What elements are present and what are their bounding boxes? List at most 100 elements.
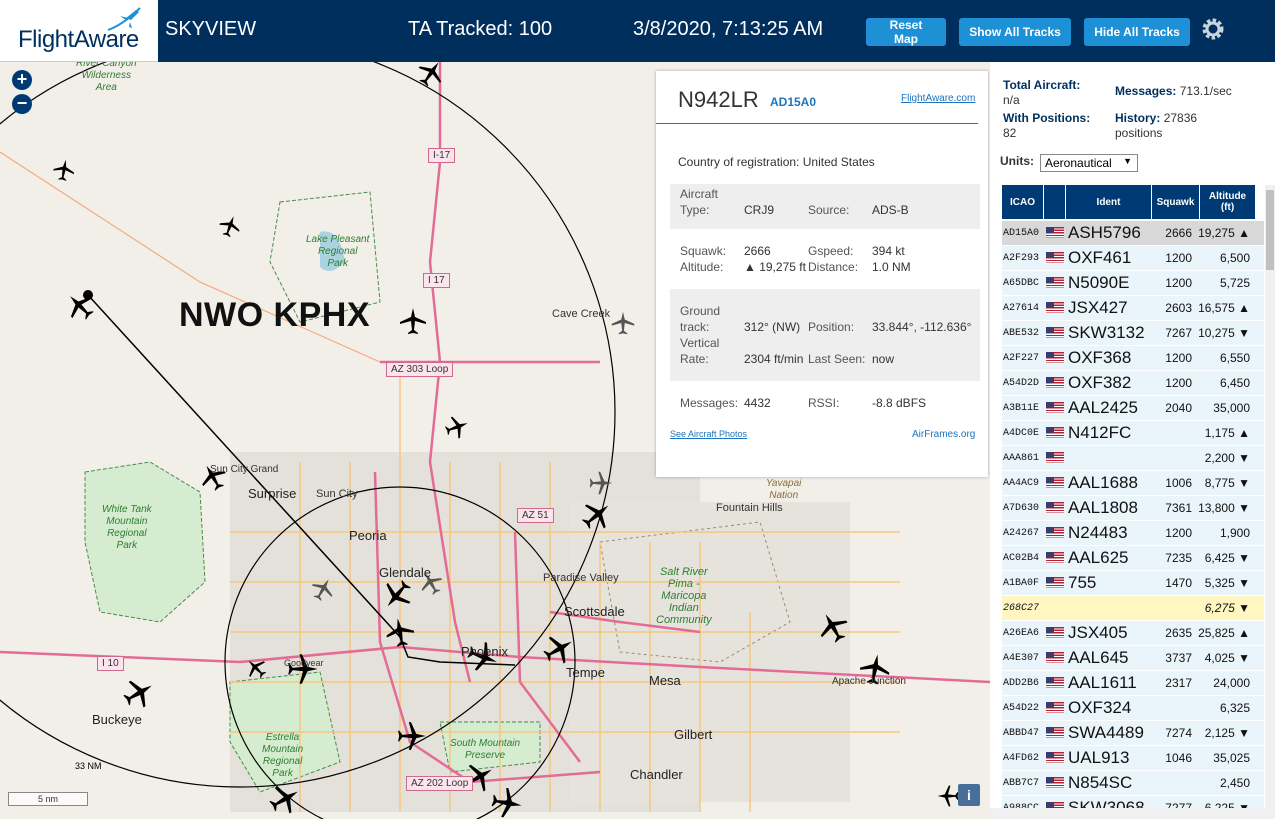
flag-cell (1044, 652, 1066, 664)
city-label: Glendale (379, 565, 432, 580)
table-row[interactable]: A54D22 OXF324 6,325 (1002, 696, 1264, 721)
flightaware-logo[interactable]: FlightAware (0, 0, 158, 62)
country-label: Country of registration: (678, 155, 800, 169)
zoom-out-button[interactable]: − (12, 94, 32, 114)
aircraft-icon[interactable] (610, 310, 636, 336)
ident-cell: ASH5796 (1068, 223, 1141, 242)
city-label: Mesa (649, 673, 681, 688)
squawk-cell: 2666 (1165, 226, 1192, 240)
flightaware-link[interactable]: FlightAware.com (901, 93, 975, 104)
table-row[interactable]: ABB7C7 N854SC 2,450 (1002, 771, 1264, 796)
icao-cell: A3B11E (1003, 402, 1040, 414)
aircraft-icon[interactable] (122, 676, 156, 710)
aircraft-icon[interactable] (588, 470, 614, 496)
table-row[interactable]: AD15A0 ASH5796 2666 19,275 ▲ (1002, 221, 1264, 246)
table-row[interactable]: A2F227 OXF368 1200 6,550 (1002, 346, 1264, 371)
table-row[interactable]: ABE532 SKW3132 7267 10,275 ▼ (1002, 321, 1264, 346)
table-scrollbar-thumb[interactable] (1266, 190, 1274, 270)
flag-cell (1044, 527, 1066, 539)
flag-cell (1044, 227, 1066, 239)
messages-label: Messages: (680, 396, 739, 410)
column-header-icao[interactable]: ICAO (1002, 185, 1044, 219)
table-row[interactable]: A26EA6 JSX405 2635 25,825 ▲ (1002, 621, 1264, 646)
show-all-tracks-button[interactable]: Show All Tracks (959, 18, 1071, 46)
altitude-cell: 5,725 (1219, 276, 1250, 290)
table-row[interactable]: A3B11E AAL2425 2040 35,000 (1002, 396, 1264, 421)
table-row[interactable]: 268C27 6,275 ▼ (1002, 596, 1264, 621)
aircraft-icao-link[interactable]: AD15A0 (770, 95, 816, 109)
aircraft-icon[interactable] (580, 498, 614, 532)
aircraft-icon[interactable] (444, 414, 470, 440)
selected-aircraft-icon[interactable] (64, 290, 96, 322)
us-flag-icon (1046, 327, 1064, 338)
aircraft-icon[interactable] (398, 306, 428, 336)
country-of-registration: Country of registration: United States (678, 155, 875, 169)
table-row[interactable]: ADD2B6 AAL1611 2317 24,000 (1002, 671, 1264, 696)
altitude-cell: 2,200 ▼ (1204, 451, 1250, 465)
flag-cell (1044, 277, 1066, 289)
aircraft-table-body: AD15A0 ASH5796 2666 19,275 ▲ A2F293 OXF461 120… (1002, 221, 1264, 819)
column-header-squawk[interactable]: Squawk (1152, 185, 1200, 219)
icao-cell: A7D630 (1003, 502, 1040, 514)
table-row[interactable]: A4DC0E N412FC 1,175 ▲ (1002, 421, 1264, 446)
map-info-button[interactable]: i (958, 784, 980, 806)
units-select[interactable]: Aeronautical ▼ (1040, 154, 1138, 172)
see-aircraft-photos-link[interactable]: See Aircraft Photos (670, 429, 747, 439)
icao-cell: A27614 (1003, 302, 1040, 314)
aircraft-icon[interactable] (218, 214, 242, 238)
horizontal-scrollbar[interactable] (990, 808, 1275, 819)
popup-section-track: Ground track: 312° (NW) Position: 33.844… (670, 289, 980, 381)
aircraft-icon[interactable] (384, 616, 416, 648)
icao-cell: A4FD62 (1003, 752, 1040, 764)
highway-label: I 17 (423, 273, 450, 288)
reset-map-button[interactable]: Reset Map (866, 18, 946, 46)
flag-cell (1044, 727, 1066, 739)
source-value: ADS-B (872, 203, 909, 217)
aircraft-icon[interactable] (52, 158, 76, 182)
aircraft-icon[interactable] (542, 632, 576, 666)
column-header-ident[interactable]: Ident (1066, 185, 1152, 219)
aircraft-icon[interactable] (490, 786, 524, 819)
table-row[interactable]: AAA861 2,200 ▼ (1002, 446, 1264, 471)
table-row[interactable]: A65DBC N5090E 1200 5,725 (1002, 271, 1264, 296)
icao-cell: A65DBC (1003, 277, 1040, 289)
aircraft-icon[interactable] (816, 610, 850, 644)
ident-cell: OXF324 (1068, 698, 1132, 717)
hide-all-tracks-button[interactable]: Hide All Tracks (1084, 18, 1190, 46)
zoom-in-button[interactable]: + (12, 70, 32, 90)
aircraft-icon[interactable] (936, 784, 960, 808)
table-row[interactable]: ABBD47 SWA4489 7274 2,125 ▼ (1002, 721, 1264, 746)
park-label: River Canyon Wilderness Area (76, 62, 137, 93)
ident-cell: N412FC (1068, 423, 1132, 442)
table-scrollbar[interactable] (1265, 185, 1275, 819)
aircraft-icon[interactable] (244, 656, 268, 680)
total-aircraft: Total Aircraft: n/a (1003, 78, 1080, 108)
aircraft-icon[interactable] (380, 578, 414, 612)
altitude-cell: 24,000 (1213, 676, 1250, 690)
icao-cell: AC02B4 (1003, 552, 1040, 564)
aircraft-icon[interactable] (310, 576, 336, 602)
aircraft-icon[interactable] (268, 782, 302, 816)
table-row[interactable]: A2F293 OXF461 1200 6,500 (1002, 246, 1264, 271)
table-row[interactable]: AC02B4 AAL625 7235 6,425 ▼ (1002, 546, 1264, 571)
total-aircraft-value: n/a (1003, 93, 1020, 107)
table-row[interactable]: A4E307 AAL645 3737 4,025 ▼ (1002, 646, 1264, 671)
column-header-altitude[interactable]: Altitude (ft) (1200, 185, 1256, 219)
table-row[interactable]: AA4AC9 AAL1688 1006 8,775 ▼ (1002, 471, 1264, 496)
logo-text: FlightAware (18, 26, 139, 53)
ident-cell: N854SC (1068, 773, 1133, 792)
with-positions: With Positions: 82 (1003, 111, 1090, 141)
table-row[interactable]: A7D630 AAL1808 7361 13,800 ▼ (1002, 496, 1264, 521)
highway-label: AZ 202 Loop (406, 776, 474, 791)
aircraft-icon[interactable] (416, 62, 446, 88)
table-row[interactable]: A1BA0F 755 1470 5,325 ▼ (1002, 571, 1264, 596)
airframes-link[interactable]: AirFrames.org (912, 429, 975, 440)
table-row[interactable]: A24267 N24483 1200 1,900 (1002, 521, 1264, 546)
ident-cell: OXF382 (1068, 373, 1132, 392)
aircraft-icon[interactable] (396, 720, 428, 752)
table-row[interactable]: A27614 JSX427 2603 16,575 ▲ (1002, 296, 1264, 321)
table-row[interactable]: A4FD62 UAL913 1046 35,025 (1002, 746, 1264, 771)
gear-icon[interactable] (1200, 16, 1226, 42)
table-row[interactable]: A54D2D OXF382 1200 6,450 (1002, 371, 1264, 396)
flag-cell (1044, 777, 1066, 789)
